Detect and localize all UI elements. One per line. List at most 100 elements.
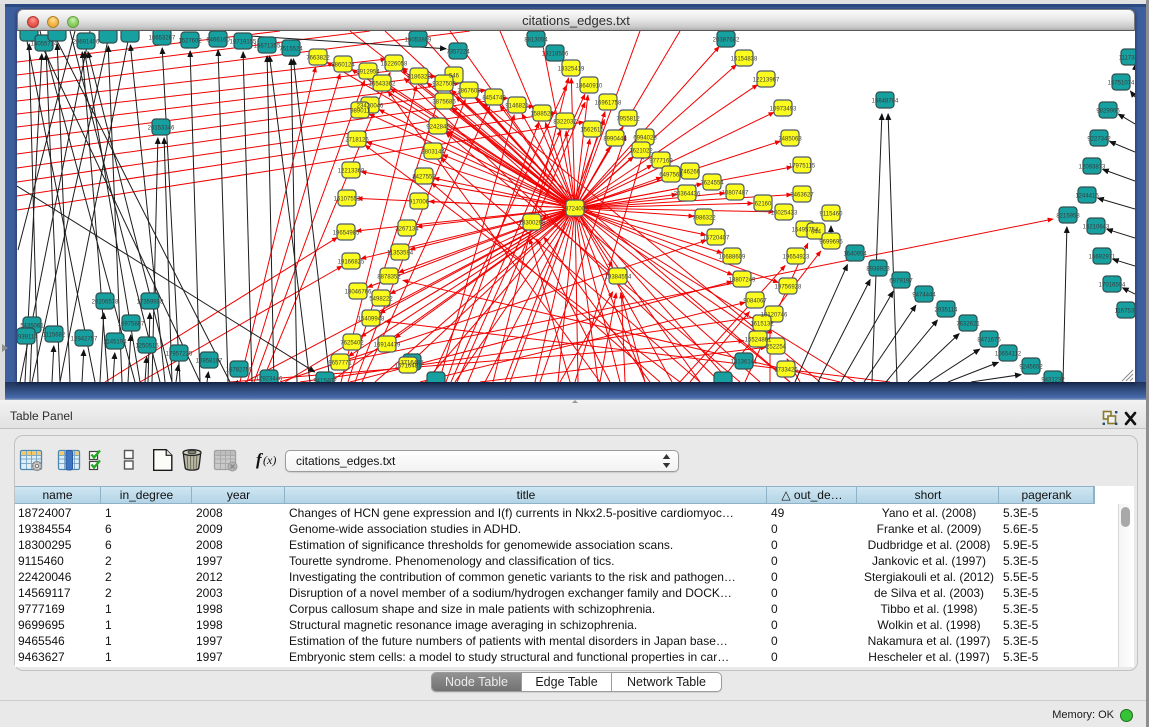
svg-text:19654985: 19654985	[333, 230, 360, 236]
svg-text:13325419: 13325419	[558, 66, 585, 72]
svg-text:6994028: 6994028	[633, 135, 657, 141]
svg-text:1117344: 1117344	[1119, 55, 1135, 61]
svg-text:7955812: 7955812	[616, 116, 640, 122]
svg-text:9415402: 9415402	[313, 378, 337, 382]
svg-text:17957225: 17957225	[166, 351, 193, 357]
svg-text:16107552: 16107552	[334, 196, 361, 202]
svg-text:9146821: 9146821	[505, 103, 529, 109]
svg-text:9115460: 9115460	[820, 211, 844, 217]
svg-text:1145194: 1145194	[104, 339, 128, 345]
svg-text:20387682: 20387682	[713, 37, 740, 43]
svg-text:14136141: 14136141	[731, 359, 758, 365]
svg-text:10807487: 10807487	[722, 190, 749, 196]
svg-text:1621022: 1621022	[629, 148, 653, 154]
svg-text:7515524: 7515524	[279, 46, 303, 52]
svg-text:10653267: 10653267	[149, 35, 176, 41]
svg-text:7485063: 7485063	[778, 136, 802, 142]
svg-text:5435061: 5435061	[20, 323, 44, 329]
svg-text:10688609: 10688609	[719, 254, 746, 260]
svg-text:989011: 989011	[350, 108, 370, 114]
svg-text:8215958: 8215958	[1056, 213, 1080, 219]
svg-text:10120746: 10120746	[761, 312, 788, 318]
svg-text:7632621: 7632621	[956, 321, 980, 327]
svg-text:5498222: 5498222	[369, 296, 393, 302]
svg-text:15524861: 15524861	[745, 337, 772, 343]
svg-text:10958107: 10958107	[196, 358, 223, 364]
svg-text:1167533: 1167533	[1115, 308, 1135, 314]
svg-text:16543362: 16543362	[369, 81, 396, 87]
svg-text:16961758: 16961758	[595, 100, 622, 106]
svg-text:20206578: 20206578	[92, 299, 119, 305]
svg-text:8471676: 8471676	[977, 337, 1001, 343]
svg-text:8990448: 8990448	[603, 136, 627, 142]
svg-text:20691406: 20691406	[73, 39, 100, 45]
svg-text:17016504: 17016504	[1099, 282, 1126, 288]
svg-text:19756928: 19756928	[775, 284, 802, 290]
svg-text:10025433: 10025433	[771, 210, 798, 216]
svg-text:10973493: 10973493	[770, 106, 797, 112]
svg-text:1640954: 1640954	[843, 251, 867, 257]
svg-text:15751074: 15751074	[1108, 80, 1135, 86]
svg-text:20153346: 20153346	[148, 125, 175, 131]
svg-text:9829966: 9829966	[1096, 108, 1120, 114]
svg-text:1527602: 1527602	[178, 38, 202, 44]
svg-text:3267134: 3267134	[395, 226, 419, 232]
svg-text:10975887: 10975887	[118, 321, 145, 327]
svg-text:2718126: 2718126	[345, 137, 369, 143]
svg-text:252254: 252254	[766, 344, 787, 350]
svg-text:8454749: 8454749	[482, 95, 506, 101]
svg-text:16154838: 16154838	[731, 56, 758, 62]
svg-text:1244415: 1244415	[1075, 193, 1099, 199]
svg-text:7663822: 7663822	[306, 55, 330, 61]
svg-text:19218506: 19218506	[542, 51, 569, 57]
svg-text:9657771: 9657771	[328, 360, 352, 366]
svg-text:20364436: 20364436	[674, 191, 701, 197]
svg-text:1250515: 1250515	[135, 343, 159, 349]
svg-text:6466160: 6466160	[206, 37, 230, 43]
svg-text:9463627: 9463627	[790, 192, 814, 198]
svg-text:8186328: 8186328	[407, 74, 431, 80]
svg-text:10654112: 10654112	[995, 351, 1022, 357]
svg-text:11353594: 11353594	[387, 250, 414, 256]
svg-text:12213369: 12213369	[338, 168, 365, 174]
svg-text:8938923: 8938923	[866, 266, 890, 272]
svg-text:9431232: 9431232	[1041, 377, 1065, 382]
svg-text:9242845: 9242845	[426, 124, 450, 130]
svg-text:546: 546	[449, 73, 460, 79]
svg-text:8860124: 8860124	[331, 62, 355, 68]
svg-text:16053809: 16053809	[405, 37, 432, 43]
svg-text:16648784: 16648784	[872, 98, 899, 104]
svg-text:7986322: 7986322	[692, 215, 716, 221]
svg-text:9327505: 9327505	[432, 81, 456, 87]
svg-text:14055714: 14055714	[31, 41, 58, 47]
svg-text:12093873: 12093873	[1079, 164, 1106, 170]
svg-text:18724007: 18724007	[562, 206, 589, 212]
svg-text:3875685: 3875685	[432, 99, 456, 105]
svg-text:18807249: 18807249	[729, 277, 756, 283]
svg-text:12213967: 12213967	[753, 77, 780, 83]
svg-text:3624554: 3624554	[700, 180, 724, 186]
svg-text:18300295: 18300295	[519, 220, 546, 226]
svg-text:17975115: 17975115	[789, 163, 816, 169]
svg-text:7357224: 7357224	[446, 49, 470, 55]
svg-text:7625402: 7625402	[340, 340, 364, 346]
svg-text:19166825: 19166825	[338, 259, 365, 265]
svg-text:15716481: 15716481	[395, 363, 422, 369]
svg-text:19384554: 19384554	[605, 274, 632, 280]
svg-text:19654923: 19654923	[783, 254, 810, 260]
svg-text:8427552: 8427552	[412, 174, 436, 180]
svg-text:2935114: 2935114	[935, 307, 959, 313]
svg-text:9777169: 9777169	[649, 158, 673, 164]
svg-text:6497568: 6497568	[659, 172, 683, 178]
svg-text:9227342: 9227342	[1087, 136, 1111, 142]
svg-text:12942757: 12942757	[71, 336, 98, 342]
svg-text:17359938: 17359938	[137, 299, 164, 305]
svg-text:1733426: 1733426	[774, 367, 798, 373]
svg-text:8813054: 8813054	[524, 37, 548, 43]
svg-text:(x): (x)	[263, 453, 276, 467]
svg-text:6879197: 6879197	[889, 278, 913, 284]
svg-text:9699695: 9699695	[819, 239, 843, 245]
svg-text:1115682: 1115682	[43, 332, 66, 338]
svg-text:9245652: 9245652	[1019, 364, 1043, 370]
svg-text:2867608: 2867608	[457, 88, 481, 94]
